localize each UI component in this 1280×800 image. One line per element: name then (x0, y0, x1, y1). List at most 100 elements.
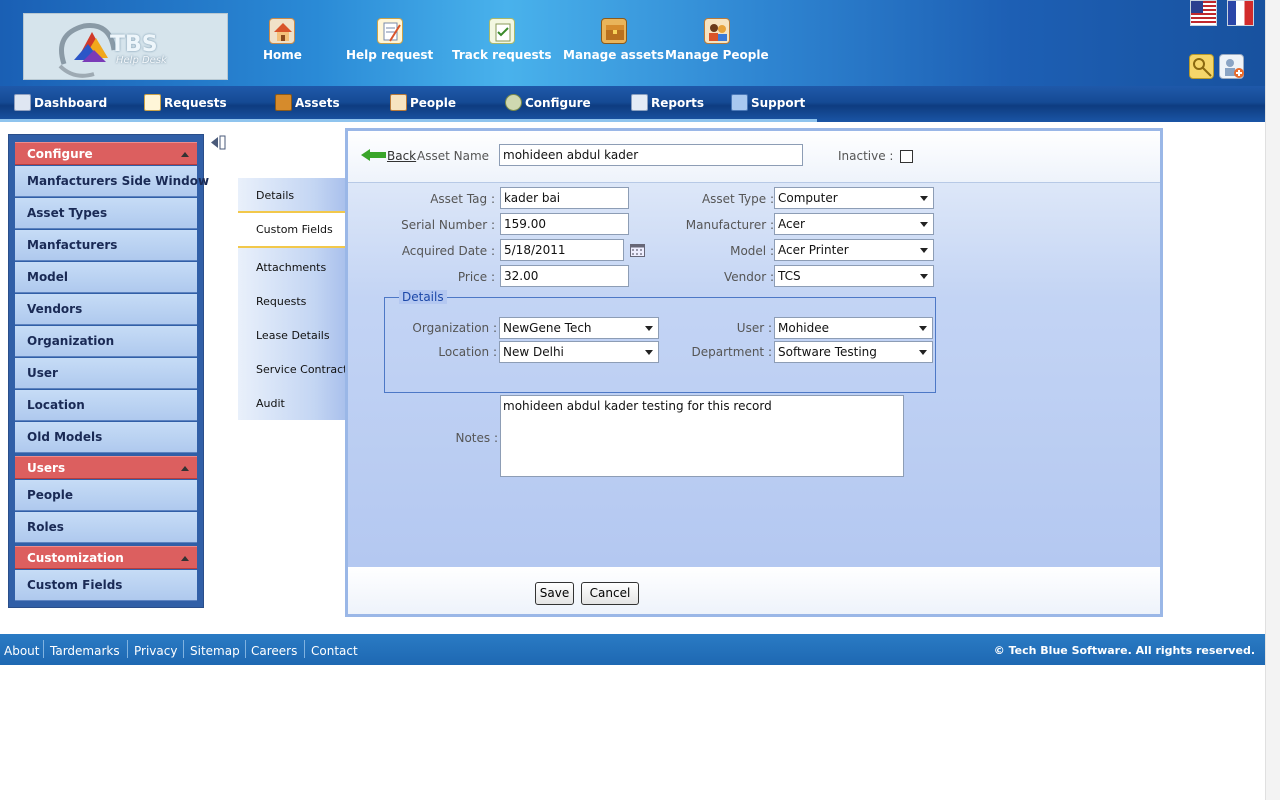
topnav-home[interactable]: Home (263, 18, 302, 62)
sidebar-item-manfacturers-side-window[interactable]: Manfacturers Side Window (15, 166, 209, 197)
sidebar-section-users[interactable]: Users (15, 456, 197, 479)
serial-number-input[interactable]: 159.00 (500, 213, 629, 235)
model-label: Model : (730, 244, 774, 258)
department-label: Department : (691, 345, 772, 359)
location-value: New Delhi (503, 345, 564, 359)
tab-requests[interactable]: Requests (256, 295, 306, 308)
sidebar-section-customization[interactable]: Customization (15, 546, 197, 569)
sidebar-item-custom-fields[interactable]: Custom Fields (15, 570, 197, 601)
french-flag-icon[interactable] (1227, 0, 1254, 26)
sidebar-item-roles[interactable]: Roles (15, 512, 197, 543)
nav-assets-label: Assets (295, 96, 340, 110)
footer-separator (245, 640, 246, 658)
logo-subtitle: Help Desk (116, 55, 167, 66)
topnav-track-requests[interactable]: Track requests (452, 18, 552, 62)
add-user-icon[interactable] (1219, 54, 1244, 79)
footer-link-privacy[interactable]: Privacy (134, 644, 177, 658)
assets-icon (275, 94, 292, 111)
dropdown-arrow-icon (920, 222, 928, 227)
footer-link-about[interactable]: About (4, 644, 39, 658)
reports-icon (631, 94, 648, 111)
footer-link-contact[interactable]: Contact (311, 644, 358, 658)
asset-name-input[interactable]: mohideen abdul kader (499, 144, 803, 166)
inactive-checkbox[interactable] (900, 150, 913, 163)
user-label: User : (736, 321, 772, 335)
tab-custom-fields[interactable]: Custom Fields (256, 223, 333, 236)
acquired-date-label: Acquired Date : (401, 244, 495, 258)
footer-link-trademarks[interactable]: Tardemarks (50, 644, 120, 658)
back-arrow-icon[interactable] (361, 149, 387, 161)
price-input[interactable]: 32.00 (500, 265, 629, 287)
nav-reports[interactable]: Reports (631, 94, 704, 111)
section-title: Customization (27, 551, 124, 565)
nav-requests-label: Requests (164, 96, 227, 110)
price-label: Price : (457, 270, 495, 284)
footer-link-sitemap[interactable]: Sitemap (190, 644, 240, 658)
nav-configure[interactable]: Configure (505, 94, 591, 111)
topnav-manage-people[interactable]: Manage People (665, 18, 769, 62)
tab-details[interactable]: Details (256, 189, 294, 202)
nav-underline (0, 119, 817, 122)
main-navigation: Dashboard Requests Assets People Configu… (0, 86, 1265, 122)
english-flag-icon[interactable] (1190, 0, 1217, 26)
serial-number-label: Serial Number : (401, 218, 495, 232)
tab-service-contracts[interactable]: Service Contracts (256, 363, 353, 376)
vendor-select[interactable]: TCS (774, 265, 934, 287)
vertical-scrollbar[interactable] (1265, 0, 1280, 800)
sidebar-item-old-models[interactable]: Old Models (15, 422, 197, 453)
key-icon[interactable] (1189, 54, 1214, 79)
sidebar-item-user[interactable]: User (15, 358, 197, 389)
topnav-help-request[interactable]: Help request (346, 18, 433, 62)
sidebar-item-people[interactable]: People (15, 480, 197, 511)
copyright-text: © Tech Blue Software. All rights reserve… (993, 644, 1255, 657)
organization-label: Organization : (412, 321, 497, 335)
sidebar-item-model[interactable]: Model (15, 262, 197, 293)
collapse-caret-icon[interactable] (181, 466, 189, 471)
sidebar-item-vendors[interactable]: Vendors (15, 294, 197, 325)
acquired-date-input[interactable]: 5/18/2011 (500, 239, 624, 261)
requests-icon (144, 94, 161, 111)
nav-configure-label: Configure (525, 96, 591, 110)
configure-icon (505, 94, 522, 111)
organization-select[interactable]: NewGene Tech (499, 317, 659, 339)
nav-reports-label: Reports (651, 96, 705, 110)
organization-value: NewGene Tech (503, 321, 592, 335)
sidebar-item-organization[interactable]: Organization (15, 326, 197, 357)
dropdown-arrow-icon (645, 326, 653, 331)
collapse-caret-icon[interactable] (181, 556, 189, 561)
cancel-button[interactable]: Cancel (581, 582, 639, 605)
tab-audit[interactable]: Audit (256, 397, 285, 410)
notes-textarea[interactable]: mohideen abdul kader testing for this re… (500, 395, 904, 477)
nav-requests[interactable]: Requests (144, 94, 227, 111)
location-select[interactable]: New Delhi (499, 341, 659, 363)
nav-people[interactable]: People (390, 94, 456, 111)
collapse-sidebar-icon[interactable] (209, 134, 227, 151)
user-select[interactable]: Mohidee (774, 317, 933, 339)
nav-dashboard[interactable]: Dashboard (14, 94, 107, 111)
support-icon (731, 94, 748, 111)
back-link[interactable]: Back (387, 149, 416, 163)
sidebar-item-location[interactable]: Location (15, 390, 197, 421)
tab-lease-details[interactable]: Lease Details (256, 329, 330, 342)
calendar-icon[interactable] (630, 243, 645, 257)
manufacturer-select[interactable]: Acer (774, 213, 934, 235)
dashboard-icon (14, 94, 31, 111)
location-label: Location : (438, 345, 497, 359)
topnav-manage-assets[interactable]: Manage assets (563, 18, 664, 62)
logo[interactable]: TBS Help Desk (23, 13, 228, 80)
collapse-caret-icon[interactable] (181, 152, 189, 157)
asset-tag-input[interactable]: kader bai (500, 187, 629, 209)
topnav-manage-assets-label: Manage assets (563, 48, 664, 62)
footer-link-careers[interactable]: Careers (251, 644, 297, 658)
nav-support-label: Support (751, 96, 806, 110)
model-select[interactable]: Acer Printer (774, 239, 934, 261)
tab-attachments[interactable]: Attachments (256, 261, 326, 274)
sidebar-item-asset-types[interactable]: Asset Types (15, 198, 197, 229)
asset-type-select[interactable]: Computer (774, 187, 934, 209)
nav-support[interactable]: Support (731, 94, 805, 111)
department-select[interactable]: Software Testing (774, 341, 933, 363)
nav-assets[interactable]: Assets (275, 94, 340, 111)
sidebar-item-manfacturers[interactable]: Manfacturers (15, 230, 197, 261)
sidebar-section-configure[interactable]: Configure (15, 142, 197, 165)
save-button[interactable]: Save (535, 582, 574, 605)
